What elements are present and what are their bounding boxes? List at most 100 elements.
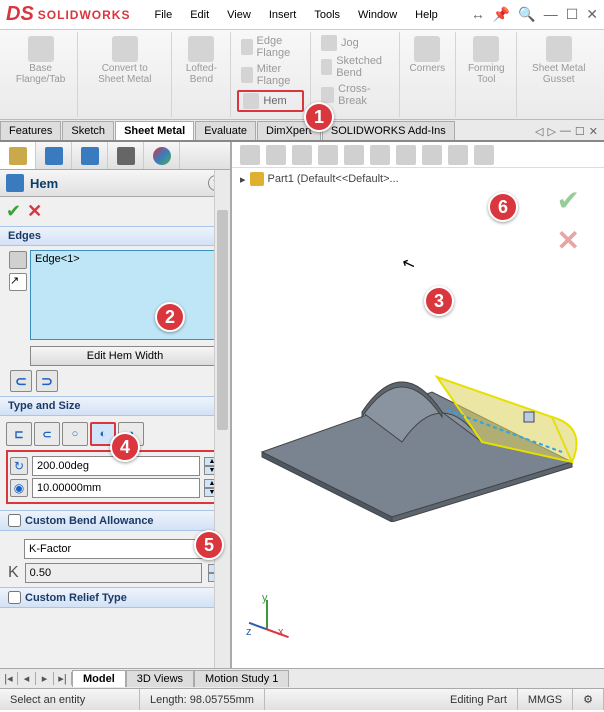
zoom-fit-icon[interactable]: [240, 145, 260, 165]
resize-arrows-icon[interactable]: ↔: [471, 6, 485, 23]
material-outside-toggle[interactable]: ⊃: [36, 370, 58, 392]
dim-icon: [117, 147, 135, 165]
cmd-sketched-bend[interactable]: Sketched Bend: [317, 54, 393, 80]
app-logo: DS SOLIDWORKS: [6, 3, 130, 26]
edit-hem-width-button[interactable]: Edit Hem Width: [30, 346, 220, 366]
convert-icon: [112, 36, 138, 62]
edges-header[interactable]: Edges ˄: [0, 226, 230, 246]
doc-next-icon[interactable]: ▷: [547, 125, 555, 138]
doc-max-icon[interactable]: ☐: [575, 125, 585, 138]
bottom-tab-model[interactable]: Model: [72, 670, 126, 687]
hem-type-open[interactable]: ⊂: [34, 422, 60, 446]
edge-item[interactable]: Edge<1>: [35, 253, 80, 265]
status-units[interactable]: MMGS: [518, 689, 573, 710]
callout-3: 3: [424, 286, 454, 316]
cmd-gusset[interactable]: Sheet Metal Gusset: [523, 34, 594, 87]
tab-prev-icon[interactable]: ◂: [18, 672, 36, 685]
tab-next-icon[interactable]: ▸: [36, 672, 54, 685]
cmd-jog[interactable]: Jog: [317, 34, 393, 52]
panel-tab-config[interactable]: [72, 142, 108, 169]
crt-checkbox[interactable]: [8, 591, 21, 604]
hide-show-icon[interactable]: [396, 145, 416, 165]
doc-close-icon[interactable]: ✕: [589, 125, 598, 138]
brand-name: SOLIDWORKS: [38, 8, 131, 22]
confirm-cancel-icon[interactable]: ✕: [557, 224, 580, 257]
cmd-convert[interactable]: Convert to Sheet Metal: [84, 34, 165, 87]
panel-tab-property[interactable]: [36, 142, 72, 169]
type-size-header[interactable]: Type and Size ˄: [0, 396, 230, 416]
cmd-edge-flange[interactable]: Edge Flange: [237, 34, 304, 60]
tab-last-icon[interactable]: ▸|: [54, 672, 72, 685]
graphics-area[interactable]: ▸ Part1 (Default<<Default>... ✔ ✕ ↖: [232, 142, 604, 668]
tab-sketch[interactable]: Sketch: [62, 121, 114, 140]
forming-label: Forming Tool: [466, 63, 506, 85]
menu-edit[interactable]: Edit: [182, 6, 217, 24]
menu-file[interactable]: File: [146, 6, 180, 24]
sketched-bend-icon: [321, 59, 332, 75]
display-style-icon[interactable]: [370, 145, 390, 165]
relief-type-header[interactable]: Custom Relief Type ˄: [0, 587, 230, 608]
cancel-button[interactable]: ✕: [27, 201, 42, 222]
tab-first-icon[interactable]: |◂: [0, 672, 18, 685]
menu-insert[interactable]: Insert: [261, 6, 305, 24]
prev-view-icon[interactable]: [292, 145, 312, 165]
edge-filter-icon[interactable]: [9, 251, 27, 269]
radius-input[interactable]: [32, 478, 200, 498]
edge-selection-list[interactable]: ↗ Edge<1>: [30, 250, 220, 340]
menu-tools[interactable]: Tools: [306, 6, 348, 24]
doc-prev-icon[interactable]: ◁: [535, 125, 543, 138]
tab-features[interactable]: Features: [0, 121, 61, 140]
tab-evaluate[interactable]: Evaluate: [195, 121, 256, 140]
confirm-ok-icon[interactable]: ✔: [557, 184, 580, 217]
maximize-icon[interactable]: ☐: [566, 6, 579, 23]
panel-tab-feature[interactable]: [0, 142, 36, 169]
scroll-thumb[interactable]: [217, 210, 228, 430]
expand-icon[interactable]: ▸: [240, 173, 246, 186]
triad-z: z: [246, 626, 252, 638]
base-flange-icon: [28, 36, 54, 62]
appearance-icon[interactable]: [422, 145, 442, 165]
menu-window[interactable]: Window: [350, 6, 405, 24]
flyout-tree[interactable]: ▸ Part1 (Default<<Default>...: [232, 168, 604, 190]
cmd-miter-flange[interactable]: Miter Flange: [237, 62, 304, 88]
orientation-triad[interactable]: y x z: [252, 598, 292, 638]
cmd-forming-tool[interactable]: Forming Tool: [462, 34, 510, 87]
k-value-input[interactable]: [25, 563, 202, 583]
section-icon[interactable]: [318, 145, 338, 165]
kfactor-selected: K-Factor: [29, 543, 71, 555]
ok-cancel-bar: ✔ ✕: [0, 197, 230, 226]
cmd-lofted-bend[interactable]: Lofted-Bend: [178, 34, 224, 87]
panel-tab-dim[interactable]: [108, 142, 144, 169]
kfactor-dropdown[interactable]: K-Factor ▾: [24, 539, 214, 559]
hem-type-tear[interactable]: ○: [62, 422, 88, 446]
bottom-tab-3dviews[interactable]: 3D Views: [126, 670, 194, 687]
hem-type-closed[interactable]: ⊏: [6, 422, 32, 446]
close-icon[interactable]: ✕: [586, 6, 598, 23]
cmd-hem[interactable]: Hem: [237, 90, 304, 112]
view-orient-icon[interactable]: [344, 145, 364, 165]
status-options-icon[interactable]: ⚙: [573, 689, 604, 710]
view-settings-icon[interactable]: [474, 145, 494, 165]
panel-tab-appearance[interactable]: [144, 142, 180, 169]
panel-scrollbar[interactable]: [214, 170, 230, 668]
minimize-icon[interactable]: —: [544, 6, 558, 23]
cmd-base-flange[interactable]: Base Flange/Tab: [10, 34, 71, 87]
scene-icon[interactable]: [448, 145, 468, 165]
menu-view[interactable]: View: [219, 6, 259, 24]
cross-break-icon: [321, 87, 334, 103]
cba-checkbox[interactable]: [8, 514, 21, 527]
menu-help[interactable]: Help: [407, 6, 446, 24]
bend-allowance-header[interactable]: Custom Bend Allowance ˄: [0, 510, 230, 531]
tab-sheet-metal[interactable]: Sheet Metal: [115, 121, 194, 140]
zoom-area-icon[interactable]: [266, 145, 286, 165]
tab-addins[interactable]: SOLIDWORKS Add-Ins: [322, 121, 455, 140]
doc-min-icon[interactable]: —: [560, 125, 571, 138]
cmd-cross-break[interactable]: Cross-Break: [317, 82, 393, 108]
ok-button[interactable]: ✔: [6, 201, 21, 222]
cmd-corners[interactable]: Corners: [406, 34, 450, 76]
pin-icon[interactable]: 📌: [493, 6, 510, 23]
reverse-icon[interactable]: ↗: [9, 273, 27, 291]
bottom-tab-motion[interactable]: Motion Study 1: [194, 670, 289, 687]
search-icon[interactable]: 🔍: [518, 6, 535, 23]
material-inside-toggle[interactable]: ⊂: [10, 370, 32, 392]
